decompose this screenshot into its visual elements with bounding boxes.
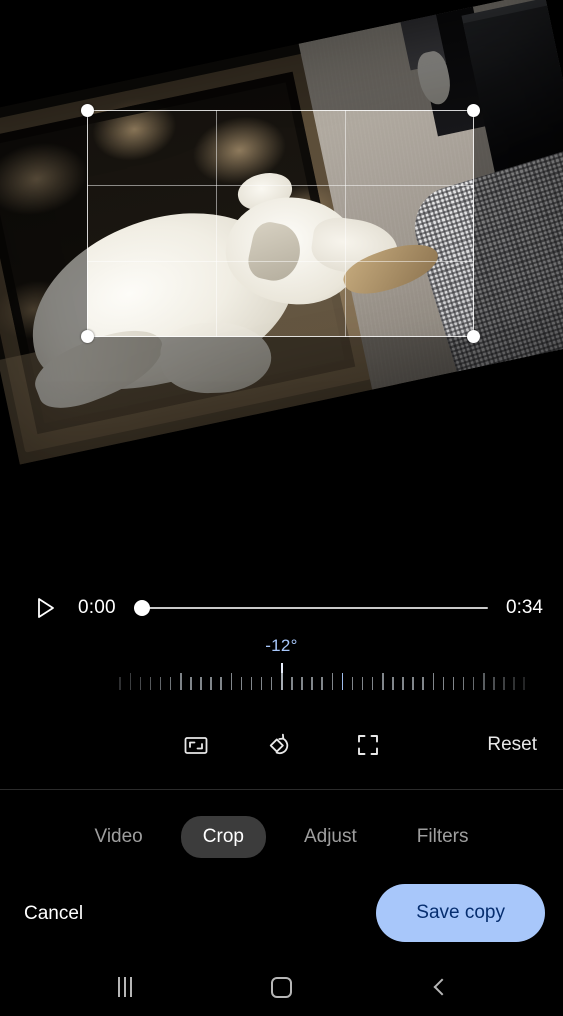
crop-handle-bottom-left[interactable] (81, 330, 94, 343)
crop-handle-top-left[interactable] (81, 104, 94, 117)
total-time-label: 0:34 (506, 597, 543, 618)
home-button[interactable] (251, 958, 311, 1016)
reset-button[interactable]: Reset (487, 718, 537, 772)
recents-button[interactable] (95, 958, 155, 1016)
rotation-tick (159, 677, 162, 690)
rotation-tick (139, 677, 142, 690)
seek-bar[interactable] (133, 598, 489, 618)
editor-tab-bar: Video Crop Adjust Filters (0, 812, 563, 862)
rotation-tick (230, 673, 233, 690)
section-divider (0, 789, 563, 790)
rotation-tick (190, 677, 192, 690)
rotation-tick (200, 677, 202, 690)
rotation-tick (503, 677, 505, 690)
rotation-tick (311, 677, 313, 690)
rotation-tick (493, 677, 495, 690)
rotate-button[interactable] (255, 718, 309, 772)
rotation-tick (402, 677, 404, 690)
rotation-tick (452, 677, 455, 690)
rotation-tick (392, 677, 394, 690)
rotation-tick (291, 677, 293, 690)
crop-rectangle[interactable] (81, 104, 480, 343)
rotation-tick (341, 673, 344, 690)
crop-grid-line-v1 (216, 110, 217, 337)
rotation-tick (523, 677, 525, 690)
crop-tool-row: Reset (0, 718, 563, 772)
back-icon (433, 978, 451, 996)
rotation-tick (483, 673, 485, 690)
action-bar: Cancel Save copy (0, 884, 563, 944)
rotation-tick (331, 673, 334, 690)
rotation-dial[interactable]: -12° (0, 636, 563, 698)
rotation-tick (270, 677, 273, 690)
rotation-tick (321, 677, 323, 690)
video-editor-screen: 0:00 0:34 -12° Reset Video Crop Adjust F… (0, 0, 563, 1016)
rotation-tick (442, 677, 445, 690)
free-crop-button[interactable] (341, 718, 395, 772)
seek-thumb[interactable] (133, 600, 150, 616)
rotation-tick (422, 677, 424, 690)
rotate-left-icon (269, 733, 289, 755)
rotation-tick (210, 677, 212, 690)
back-button[interactable] (410, 958, 470, 1016)
cancel-button[interactable]: Cancel (24, 903, 83, 925)
rotation-tick (432, 673, 435, 690)
recents-icon (118, 977, 132, 997)
aspect-ratio-button[interactable] (169, 718, 223, 772)
rotation-tick-marks[interactable] (0, 670, 563, 690)
rotation-tick (462, 677, 465, 690)
rotation-tick (301, 677, 303, 690)
rotation-tick (149, 677, 152, 690)
android-navigation-bar (0, 958, 563, 1016)
crop-grid-line-v2 (345, 110, 346, 337)
crop-handle-top-right[interactable] (467, 104, 480, 117)
rotation-tick (412, 677, 414, 690)
rotation-tick (351, 677, 354, 690)
tab-adjust[interactable]: Adjust (282, 816, 379, 858)
play-button[interactable] (24, 597, 68, 619)
playback-scrubber: 0:00 0:34 (0, 586, 563, 630)
crop-handle-bottom-right[interactable] (467, 330, 480, 343)
crop-grid-line-h2 (87, 261, 474, 262)
rotation-value-label: -12° (265, 636, 298, 655)
rotation-tick (361, 677, 364, 690)
crop-grid-line-h1 (87, 185, 474, 186)
crop-preview-stage[interactable] (0, 0, 563, 555)
rotation-tick (513, 677, 515, 690)
rotation-tick (371, 677, 374, 690)
free-crop-icon (358, 735, 378, 755)
rotation-tick (472, 677, 475, 690)
rotation-tick (220, 677, 222, 690)
rotation-tick (250, 677, 253, 690)
rotation-tick (169, 677, 172, 690)
tab-video[interactable]: Video (73, 816, 165, 858)
seek-track (133, 606, 489, 610)
save-copy-button[interactable]: Save copy (376, 884, 545, 942)
rotation-tick (240, 677, 243, 690)
rotation-tick (180, 673, 182, 690)
tab-filters[interactable]: Filters (395, 816, 491, 858)
rotation-tick (129, 673, 132, 690)
aspect-ratio-icon (184, 737, 208, 754)
tab-crop[interactable]: Crop (180, 816, 266, 858)
current-time-label: 0:00 (78, 597, 116, 618)
home-icon (270, 976, 292, 998)
rotation-tick (119, 677, 121, 690)
rotation-tick (260, 677, 263, 690)
play-triangle-icon (38, 598, 54, 618)
rotation-tick (281, 673, 283, 690)
rotation-tick (382, 673, 384, 690)
